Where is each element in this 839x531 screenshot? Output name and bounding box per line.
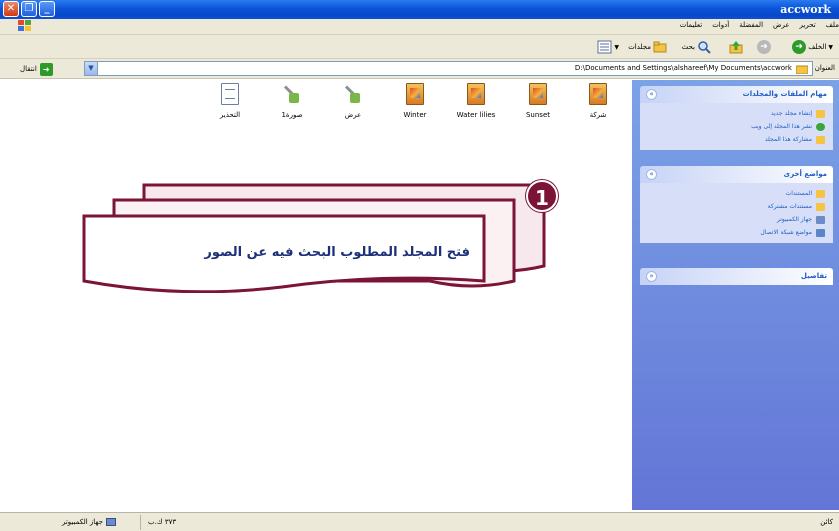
place-network[interactable]: مواضع شبكة الاتصال (648, 226, 825, 239)
panel-header[interactable]: تفاصيل » (640, 268, 833, 285)
task-pane: مهام الملفات والمجلدات « إنشاء مجلد جديد… (632, 80, 839, 510)
document-file-icon (221, 83, 239, 105)
documents-icon (816, 189, 825, 198)
views-icon (597, 40, 612, 54)
callout-shape (82, 183, 546, 293)
picture-file-icon (406, 83, 424, 105)
panel-header[interactable]: مهام الملفات والمجلدات « (640, 86, 833, 103)
views-button[interactable]: ▼ (592, 39, 619, 55)
address-input[interactable]: ▼ D:\Documents and Settings\alshareef\My… (84, 61, 813, 76)
address-dropdown-icon[interactable]: ▼ (85, 62, 98, 75)
menu-help[interactable]: تعليمات (680, 21, 703, 29)
search-icon (698, 41, 711, 54)
collapse-icon[interactable]: « (646, 169, 657, 180)
views-dropdown-icon[interactable]: ▼ (614, 44, 619, 51)
go-arrow-icon: ➜ (39, 62, 53, 76)
step-number-badge: 1 (526, 180, 558, 212)
go-button[interactable]: انتقال ➜ (20, 62, 53, 76)
picture-file-icon (467, 83, 485, 105)
folders-icon (653, 41, 667, 53)
web-publish-icon (816, 122, 825, 131)
place-documents[interactable]: المستندات (648, 187, 825, 200)
folder-up-icon (729, 41, 743, 54)
address-path: D:\Documents and Settings\alshareef\My D… (574, 64, 792, 72)
task-new-folder[interactable]: إنشاء مجلد جديد (648, 107, 825, 120)
file-folder-tasks-panel: مهام الملفات والمجلدات « إنشاء مجلد جديد… (640, 86, 833, 150)
details-panel: تفاصيل » (640, 268, 833, 285)
windows-logo-icon (18, 20, 31, 31)
file-item[interactable]: Winter (387, 83, 443, 119)
file-item[interactable]: صورة1 (264, 83, 320, 119)
close-button[interactable]: ✕ (3, 1, 19, 17)
status-zone: جهاز الكمبيوتر (62, 518, 116, 526)
picture-file-icon (589, 83, 607, 105)
menu-file[interactable]: ملف (826, 21, 839, 29)
callout-text: فتح المجلد المطلوب البحث فيه عن الصور (204, 245, 470, 260)
menu-favorites[interactable]: المفضلة (739, 21, 763, 29)
menu-bar: ملف تحرير عرض المفضلة أدوات تعليمات (0, 19, 839, 35)
address-bar: العنوان ▼ D:\Documents and Settings\alsh… (0, 59, 839, 79)
place-my-computer[interactable]: جهاز الكمبيوتر (648, 213, 825, 226)
file-item[interactable]: Sunset (510, 83, 566, 119)
explorer-window: ✕ ❐ _ accwork ملف تحرير عرض المفضلة أدوا… (0, 0, 839, 531)
back-dropdown-icon[interactable]: ▼ (828, 44, 833, 51)
menu-edit[interactable]: تحرير (800, 21, 816, 29)
my-computer-icon (816, 215, 825, 224)
status-object-count: كائن (820, 518, 833, 526)
task-share-folder[interactable]: مشاركة هذا المجلد (648, 133, 825, 146)
paint-tool-icon (344, 83, 362, 105)
minimize-button[interactable]: _ (39, 1, 55, 17)
maximize-button[interactable]: ❐ (21, 1, 37, 17)
folders-button[interactable]: مجلدات (628, 39, 667, 55)
new-folder-icon (816, 109, 825, 118)
share-folder-icon (816, 135, 825, 144)
task-publish-web[interactable]: نشر هذا المجلد إلى ويب (648, 120, 825, 133)
folder-icon (796, 65, 808, 74)
status-divider (140, 515, 141, 530)
status-size: ٣٧٣ ك.ب (148, 518, 177, 526)
place-shared-documents[interactable]: مستندات مشتركة (648, 200, 825, 213)
expand-icon[interactable]: » (646, 271, 657, 282)
address-label: العنوان (814, 64, 835, 72)
file-item[interactable]: عرض (325, 83, 381, 119)
computer-icon (105, 518, 116, 526)
up-button[interactable] (729, 39, 743, 55)
search-button[interactable]: بحث (682, 39, 711, 55)
title-bar[interactable]: ✕ ❐ _ accwork (0, 0, 839, 19)
menu-tools[interactable]: أدوات (712, 21, 729, 29)
other-places-panel: مواضع أخرى « المستندات مستندات مشتركة جه… (640, 166, 833, 243)
panel-header[interactable]: مواضع أخرى « (640, 166, 833, 183)
back-button[interactable]: ➜ الخلف ▼ (792, 39, 833, 55)
menu-view[interactable]: عرض (773, 21, 790, 29)
forward-button[interactable]: ➜ (757, 39, 771, 55)
file-item[interactable]: شركة (570, 83, 626, 119)
status-bar: جهاز الكمبيوتر ٣٧٣ ك.ب كائن (0, 512, 839, 531)
picture-file-icon (529, 83, 547, 105)
file-item[interactable]: التحذير (202, 83, 258, 119)
toolbar: ➜ الخلف ▼ ➜ بحث مجلدات ▼ (0, 35, 839, 59)
back-arrow-icon: ➜ (792, 40, 807, 54)
menu-items: ملف تحرير عرض المفضلة أدوات تعليمات (680, 21, 839, 29)
window-title: accwork (780, 3, 831, 16)
forward-arrow-icon: ➜ (757, 40, 771, 54)
collapse-icon[interactable]: « (646, 89, 657, 100)
file-item[interactable]: Water lilies (448, 83, 504, 119)
paint-tool-icon (283, 83, 301, 105)
shared-documents-icon (816, 202, 825, 211)
network-places-icon (816, 228, 825, 237)
